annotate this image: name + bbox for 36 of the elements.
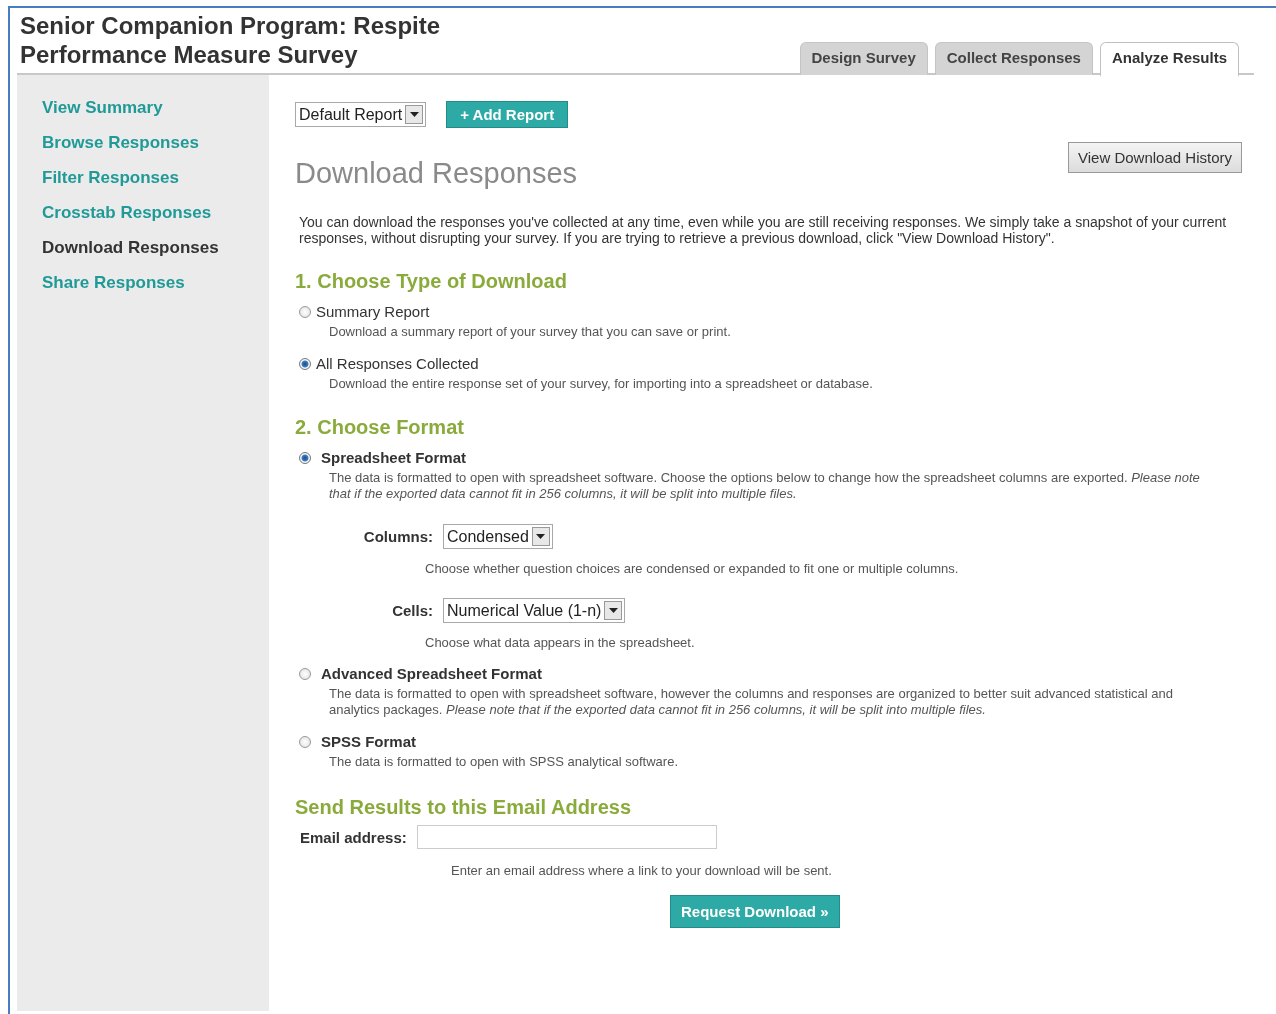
email-field[interactable] <box>416 825 717 849</box>
page-heading: Download Responses <box>295 157 578 190</box>
setting-dropdown[interactable]: Condensed <box>443 524 553 549</box>
setting-label: Columns: <box>362 528 434 545</box>
setting-dropdown[interactable]: Numerical Value (1-n) <box>443 598 626 623</box>
tab[interactable]: Design Survey <box>799 42 928 75</box>
radio-button[interactable] <box>299 735 311 748</box>
option-description: The data is formatted to open with spreadsheet software. Choose the options below to change how the spreadsheet columns are exported. Please note that if the exported data cannot fit in 256 columns, it will be split into multiple files. <box>329 470 1201 502</box>
radio-button[interactable] <box>299 305 311 318</box>
option-description: The data is formatted to open with SPSS analytical software. <box>329 754 679 770</box>
option-label: Spreadsheet Format <box>321 449 467 466</box>
option-label: All Responses Collected <box>316 355 479 372</box>
intro-text: You can download the responses you've collected at any time, even while you are still receiving responses. We simply take a snapshot of your current responses, without disrupting your survey. If you are trying to retrieve a previous download, click "View Download History". <box>299 214 1228 246</box>
option-label: SPSS Format <box>321 733 417 750</box>
page-title: Senior Companion Program: Respite Performance Measure Survey <box>20 11 442 69</box>
view-history-button[interactable]: View Download History <box>1068 142 1242 173</box>
setting-hint: Choose what data appears in the spreadsheet. <box>425 635 696 650</box>
report-dropdown[interactable]: Default Report <box>295 102 427 127</box>
tab[interactable]: Collect Responses <box>934 42 1093 75</box>
radio-button[interactable] <box>299 667 311 680</box>
setting-hint: Choose whether question choices are condensed or expanded to fit one or multiple columns. <box>425 561 960 576</box>
email-label: Email address: <box>300 828 407 846</box>
option-label: Summary Report <box>316 303 430 320</box>
option-label: Advanced Spreadsheet Format <box>321 665 542 682</box>
tab[interactable]: Analyze Results <box>1099 42 1239 77</box>
section-heading: 2. Choose Format <box>295 416 465 439</box>
sidebar-link[interactable]: Download Responses <box>42 237 219 258</box>
section-heading: Send Results to this Email Address <box>295 796 632 819</box>
setting-label: Cells: <box>391 602 434 619</box>
radio-button[interactable] <box>299 451 311 464</box>
email-hint: Enter an email address where a link to your download will be sent. <box>451 863 833 878</box>
section-heading: 1. Choose Type of Download <box>295 270 568 293</box>
option-description: Download a summary report of your survey that you can save or print. <box>329 324 732 340</box>
radio-button[interactable] <box>299 357 311 370</box>
option-description: The data is formatted to open with spreadsheet software, however the columns and responses are organized to better suit advanced statistical and analytics packages. Please note that if the exported data cannot fit in 256 columns, it will be split into multiple files. <box>329 686 1175 718</box>
option-description: Download the entire response set of your survey, for importing into a spreadsheet or database. <box>329 376 874 392</box>
